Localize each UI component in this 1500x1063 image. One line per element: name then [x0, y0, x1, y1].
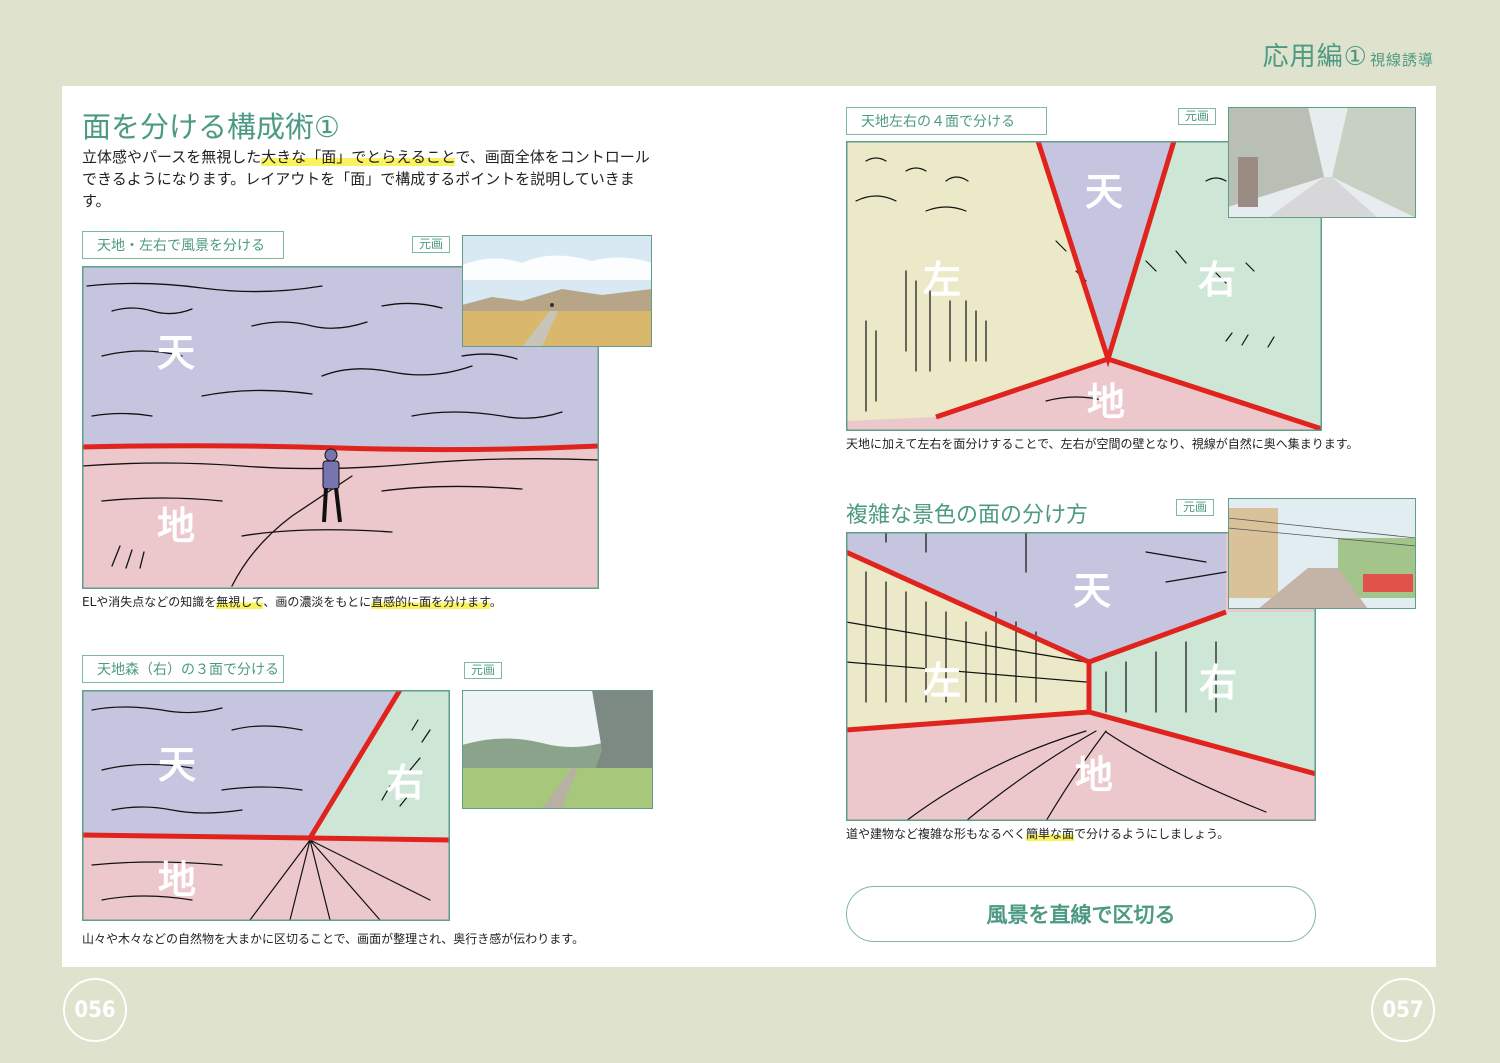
section-heading: 複雑な景色の面の分け方 — [846, 503, 1089, 528]
caption-text: 天地に加えて左右を面分けすることで、左右が空間の壁となり、視線が自然に奥へ集まり… — [846, 437, 1359, 451]
chapter-number: ① — [1343, 42, 1368, 72]
panel-2-illustration: 天 右 地 — [82, 690, 450, 921]
panel-3-original-tag: 元画 — [1178, 108, 1217, 125]
chapter-header: 応用編① 視線誘導 — [1263, 36, 1434, 73]
ground-label: 地 — [157, 504, 195, 548]
caption-highlight: 簡単な面 — [1026, 827, 1075, 841]
panel-4-caption: 道や建物など複雑な形もなるべく簡単な面で分けるようにしましょう。 — [846, 825, 1229, 842]
caption-text: ELや消失点などの知識を — [82, 595, 217, 609]
intro-text: 立体感やパースを無視した大きな「面」でとらえることで、画面全体をコントロールでき… — [82, 146, 657, 212]
panel-3-caption: 天地に加えて左右を面分けすることで、左右が空間の壁となり、視線が自然に奥へ集まり… — [846, 435, 1359, 452]
left-label: 左 — [923, 258, 961, 302]
chapter-subtitle: 視線誘導 — [1369, 51, 1434, 69]
ground-label: 地 — [158, 858, 196, 902]
sky-label: 天 — [1085, 170, 1123, 214]
panel-1-label: 天地・左右で風景を分ける — [82, 231, 284, 259]
page-number-right: 057 — [1371, 978, 1435, 1042]
intro-highlight: 大きな「面」でとらえること — [261, 148, 456, 166]
panel-2-original-tag: 元画 — [464, 662, 503, 679]
panel-4-original-tag: 元画 — [1176, 499, 1215, 516]
caption-text: で分けるようにしましょう。 — [1074, 827, 1230, 841]
page-number-left: 056 — [63, 978, 127, 1042]
panel-1-original-tag: 元画 — [412, 236, 451, 253]
ground-label: 地 — [1087, 380, 1125, 424]
left-label: 左 — [923, 659, 961, 703]
ground-face — [82, 835, 450, 921]
panel-3-original-image — [1228, 107, 1416, 218]
page-title: 面を分ける構成術① — [82, 110, 340, 144]
panel-1-original-image — [462, 235, 652, 347]
caption-highlight: 無視して — [216, 595, 264, 609]
ground-label: 地 — [1075, 753, 1113, 797]
intro-part-1: 立体感やパースを無視した — [82, 148, 262, 166]
sky-label: 天 — [158, 743, 196, 787]
cut-landscape-button[interactable]: 風景を直線で区切る — [846, 886, 1316, 942]
chapter-title: 応用編 — [1262, 42, 1344, 72]
caption-text: 山々や木々などの自然物を大まかに区切ることで、画面が整理され、奥行き感が伝わりま… — [82, 932, 585, 946]
right-label: 右 — [1198, 258, 1236, 302]
right-label: 右 — [386, 761, 424, 805]
panel-2-caption: 山々や木々などの自然物を大まかに区切ることで、画面が整理され、奥行き感が伝わりま… — [82, 930, 584, 947]
panel-3-label: 天地左右の４面で分ける — [846, 107, 1047, 135]
panel-4-original-image — [1228, 498, 1416, 609]
panel-1-caption: ELや消失点などの知識を無視して、画の濃淡をもとに直感的に面を分けます。 — [82, 593, 502, 610]
sky-label: 天 — [157, 331, 195, 375]
caption-text: 、画の濃淡をもとに — [263, 595, 372, 609]
panel-2-label: 天地森（右）の３面で分ける — [82, 655, 284, 683]
caption-highlight: 直感的に面を分けます — [371, 595, 490, 609]
sky-label: 天 — [1073, 569, 1111, 613]
caption-text: 道や建物など複雑な形もなるべく — [846, 827, 1027, 841]
panel-2-original-image — [462, 690, 653, 809]
right-label: 右 — [1199, 661, 1237, 705]
caption-text: 。 — [489, 595, 502, 609]
